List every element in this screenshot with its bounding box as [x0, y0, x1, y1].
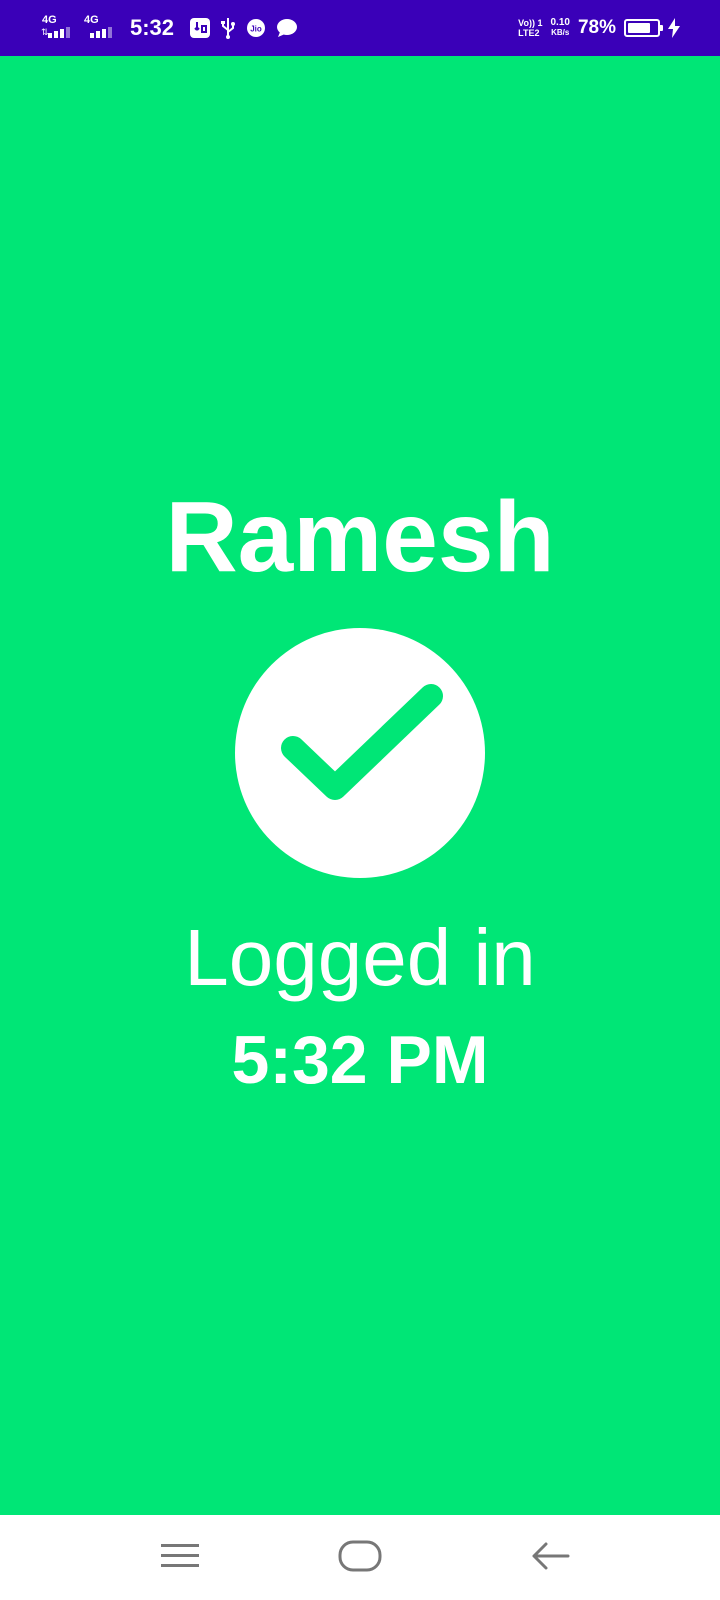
back-button[interactable]	[520, 1531, 580, 1581]
volte-line-1: Vo)) 1	[518, 18, 543, 28]
battery-icon	[624, 19, 663, 37]
status-clock: 5:32	[130, 15, 175, 40]
login-success-screen: 4G ⇅ 4G 5:32 Jio Vo)) 1 LTE2 0.10 KB/s 7…	[0, 0, 720, 1600]
login-time: 5:32 PM	[231, 1022, 489, 1098]
status-bar: 4G ⇅ 4G 5:32 Jio Vo)) 1 LTE2 0.10 KB/s 7…	[0, 0, 720, 56]
home-button[interactable]	[330, 1531, 390, 1581]
data-speed-unit: KB/s	[551, 28, 570, 37]
user-name: Ramesh	[165, 481, 555, 593]
navigation-bar	[0, 1515, 720, 1600]
menu-icon	[161, 1544, 199, 1567]
battery-percent: 78%	[577, 17, 616, 38]
sim1-signal: 4G ⇅	[40, 15, 72, 41]
charging-bolt-icon	[668, 18, 680, 38]
signal-bars-icon	[48, 27, 70, 38]
data-speed: 0.10 KB/s	[551, 18, 570, 38]
sim1-network-label: 4G	[42, 14, 57, 26]
volte-line-2: LTE2	[518, 28, 540, 38]
sim2-signal: 4G	[82, 15, 114, 41]
jio-icon-label: Jio	[250, 25, 262, 34]
usb-icon	[220, 17, 236, 39]
sim2-network-label: 4G	[84, 14, 99, 26]
message-icon	[276, 18, 298, 38]
data-speed-value: 0.10	[550, 17, 570, 28]
back-icon	[532, 1542, 570, 1570]
usb-debug-icon	[190, 18, 211, 38]
status-bar-right: Vo)) 1 LTE2 0.10 KB/s 78%	[518, 0, 680, 56]
jio-icon: Jio	[246, 18, 266, 38]
signal-bars-icon	[90, 27, 112, 38]
battery-level-fill	[628, 23, 650, 33]
home-icon	[338, 1540, 382, 1572]
checkmark-icon	[281, 684, 443, 800]
success-badge	[235, 628, 485, 878]
menu-button[interactable]	[150, 1531, 210, 1581]
status-label: Logged in	[184, 913, 536, 1002]
status-bar-left: 4G ⇅ 4G 5:32 Jio	[40, 0, 298, 56]
volte-indicator: Vo)) 1 LTE2	[518, 18, 542, 38]
